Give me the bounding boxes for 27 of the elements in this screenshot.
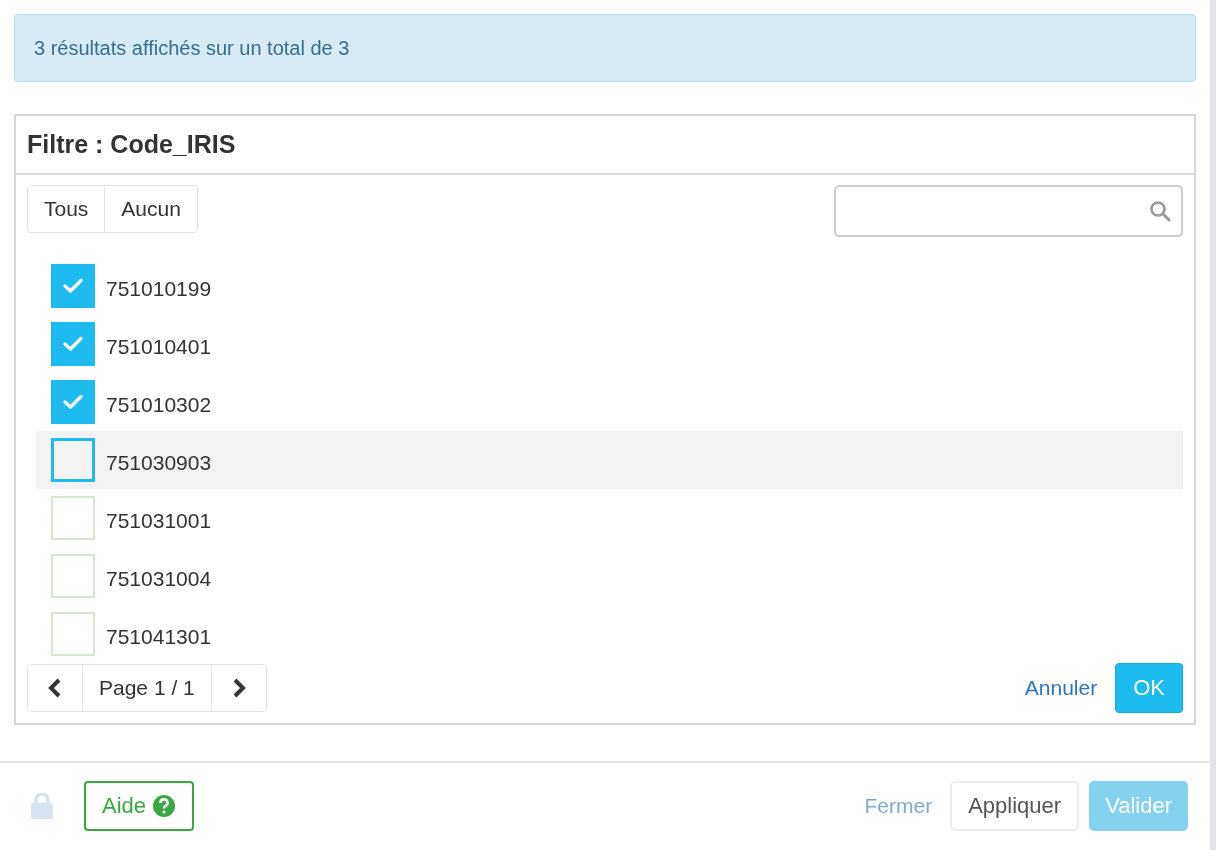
item-label: 751010401 [106, 335, 212, 359]
item-label: 751041301 [106, 625, 212, 649]
checkbox[interactable] [51, 438, 95, 482]
chevron-right-icon [231, 678, 246, 698]
checkbox[interactable] [51, 264, 95, 308]
lock-icon [30, 793, 54, 819]
check-icon [63, 278, 83, 294]
apply-button[interactable]: Appliquer [950, 781, 1080, 831]
check-icon [63, 394, 83, 410]
item-label: 751010199 [106, 277, 212, 301]
checkbox[interactable] [51, 380, 95, 424]
checkbox[interactable] [51, 322, 95, 366]
results-alert: 3 résultats affichés sur un total de 3 [14, 14, 1196, 82]
item-label: 751030903 [106, 451, 212, 475]
cancel-link[interactable]: Annuler [1024, 676, 1098, 700]
search-field[interactable] [834, 185, 1183, 237]
question-icon [152, 794, 177, 818]
item-label: 751031001 [106, 509, 212, 533]
item-label: 751031004 [106, 567, 212, 591]
check-icon [63, 336, 83, 352]
list-row-highlight[interactable]: 751030903 [36, 431, 1183, 489]
chevron-left-icon [48, 678, 62, 698]
search-icon [1149, 200, 1171, 222]
select-button[interactable]: Aucun [104, 186, 197, 232]
next-page-button[interactable] [210, 665, 266, 711]
item-label: 751010302 [106, 393, 212, 417]
filter-title: Filtre : Code_IRIS [16, 116, 1194, 175]
